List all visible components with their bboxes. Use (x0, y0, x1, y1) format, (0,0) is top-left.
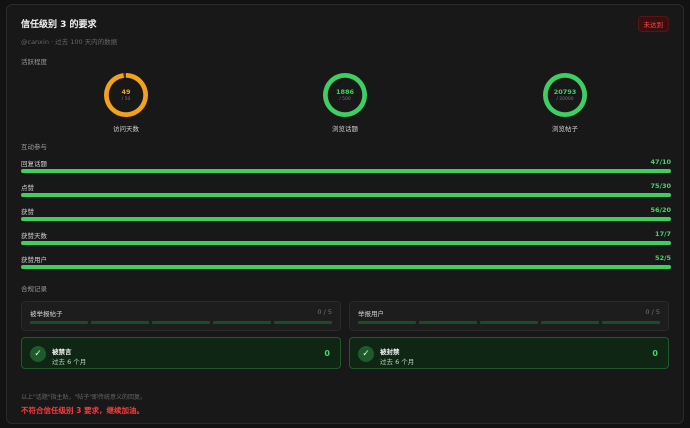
report-segment (91, 321, 149, 324)
penalty-sub: 过去 6 个月 (52, 358, 87, 366)
progress-track (21, 217, 671, 221)
report-segment (213, 321, 271, 324)
check-icon: ✓ (30, 346, 46, 362)
progress-track (21, 169, 671, 173)
report-value: 0 / 5 (317, 308, 332, 316)
interaction-section-label: 互动参与 (21, 143, 47, 151)
progress-fill (21, 217, 671, 221)
footnote: 以上"话题"指主贴，"帖子"即传统意义的回复。 (21, 394, 147, 401)
penalty-value: 0 (324, 349, 330, 358)
progress-fill (21, 169, 671, 173)
gauge-label: 浏览话题 (332, 125, 358, 133)
bar-label: 回复话题 (21, 160, 47, 168)
gauge-topics-viewed: 1886 / 500 浏览话题 (310, 73, 380, 133)
bar-label: 获赞天数 (21, 232, 47, 240)
gauge-ring: 1886 / 500 (323, 73, 367, 117)
report-segment (419, 321, 477, 324)
gauge-ring: 49 / 50 (104, 73, 148, 117)
bar-value: 75/30 (650, 182, 671, 190)
report-label: 被举报帖子 (30, 310, 63, 318)
page-subtitle: @canxin · 过去 100 天内的数据 (21, 38, 118, 46)
report-segments (358, 321, 660, 324)
gauge-max: / 20000 (556, 97, 574, 102)
compliance-section-label: 合规记录 (21, 285, 47, 293)
reported-posts-box: 被举报帖子 0 / 5 (21, 301, 341, 331)
activity-section-label: 活跃程度 (21, 58, 47, 66)
report-segment (358, 321, 416, 324)
bar-label: 点赞 (21, 184, 34, 192)
penalty-sub: 过去 6 个月 (380, 358, 415, 366)
progress-track (21, 193, 671, 197)
page-title: 信任级别 3 的要求 (21, 20, 97, 30)
progress-track (21, 265, 671, 269)
report-segment (541, 321, 599, 324)
gauge-posts-read: 20793 / 20000 浏览帖子 (530, 73, 600, 133)
bar-value: 52/5 (655, 254, 671, 262)
gauge-ring: 20793 / 20000 (543, 73, 587, 117)
result-message: 不符合信任级别 3 要求，继续加油。 (21, 406, 144, 415)
gauge-value: 49 (121, 88, 131, 96)
report-segment (274, 321, 332, 324)
progress-fill (21, 241, 671, 245)
bar-value: 17/7 (655, 230, 671, 238)
penalty-title: 被禁言 (52, 348, 72, 356)
report-segment (30, 321, 88, 324)
gauge-max: / 50 (121, 97, 131, 102)
progress-track (21, 241, 671, 245)
bar-value: 56/20 (650, 206, 671, 214)
report-value: 0 / 5 (645, 308, 660, 316)
report-label: 举报用户 (358, 310, 384, 318)
silenced-box: ✓ 被禁言 过去 6 个月 0 (21, 337, 341, 369)
report-segments (30, 321, 332, 324)
bar-label: 获赞 (21, 208, 34, 216)
report-segment (480, 321, 538, 324)
gauge-value: 1886 (335, 88, 355, 96)
status-badge: 未达到 (637, 16, 669, 32)
penalty-title: 被封禁 (380, 348, 400, 356)
gauge-visit-days: 49 / 50 访问天数 (91, 73, 161, 133)
suspended-box: ✓ 被封禁 过去 6 个月 0 (349, 337, 669, 369)
progress-fill (21, 265, 671, 269)
bar-value: 47/10 (650, 158, 671, 166)
progress-fill (21, 193, 671, 197)
report-segment (152, 321, 210, 324)
reported-users-box: 举报用户 0 / 5 (349, 301, 669, 331)
trust-level-card: 信任级别 3 的要求 未达到 @canxin · 过去 100 天内的数据 活跃… (6, 4, 684, 424)
check-icon: ✓ (358, 346, 374, 362)
gauge-max: / 500 (339, 97, 351, 102)
gauge-label: 浏览帖子 (552, 125, 578, 133)
gauge-label: 访问天数 (113, 125, 139, 133)
report-segment (602, 321, 660, 324)
bar-label: 获赞用户 (21, 256, 47, 264)
gauge-value: 20793 (553, 88, 577, 96)
penalty-value: 0 (652, 349, 658, 358)
